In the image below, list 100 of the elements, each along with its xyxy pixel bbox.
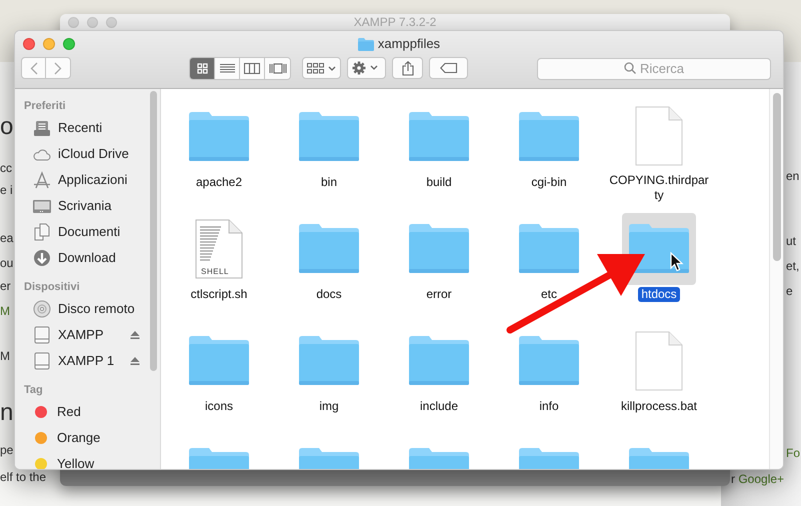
file-name[interactable]: etc [538,287,560,302]
cursor-icon [670,252,684,272]
file-name[interactable]: htdocs [638,287,680,302]
text-fragment: o [0,114,14,140]
file-name[interactable]: bin [318,175,340,190]
back-button[interactable] [21,57,46,79]
eject-icon[interactable] [130,330,140,340]
sidebar-item[interactable]: Yellow [15,451,160,469]
text-fragment: M [0,349,10,363]
file-name[interactable]: error [423,287,455,302]
text-fragment: ea [0,231,14,245]
grid-icon [196,62,208,74]
file-name[interactable]: COPYING.thirdparty [606,173,712,203]
text-fragment: n [0,400,14,426]
eject-icon[interactable] [130,356,140,366]
window-title: xamppfiles [378,35,440,54]
gallery-icon [268,62,286,74]
disc-icon [32,300,52,318]
sidebar-item[interactable]: Disco remoto [15,296,160,322]
folder-icon [408,112,470,162]
text-fragment: pe [0,443,14,457]
folder-icon [298,336,360,386]
file-name[interactable]: info [536,399,562,414]
sidebar-item[interactable]: Documenti [15,219,160,245]
file-name[interactable]: killprocess.bat [618,399,700,414]
documents-icon [32,223,52,241]
folder-icon [298,112,360,162]
gallery-view-button[interactable] [265,58,290,78]
list-view-button[interactable] [215,58,240,78]
text-fragment: ut [786,234,796,248]
sidebar-item[interactable]: XAMPP 1 [15,348,160,374]
search-field[interactable]: Ricerca [537,58,771,80]
icon-view-button[interactable] [190,58,215,78]
folder-icon [358,38,374,50]
section-heading: Dispositivi [23,280,81,295]
column-view-button[interactable] [240,58,265,78]
text-fragment: elf to the [0,470,46,484]
folder-icon [518,224,580,274]
file-name[interactable]: include [416,399,462,414]
chevron-left-icon [30,62,38,74]
chevron-right-icon [54,62,62,74]
applications-icon [32,171,52,189]
sidebar-item[interactable]: iCloud Drive [15,141,160,167]
share-button[interactable] [392,57,423,79]
file-name[interactable]: ctlscript.sh [188,287,250,302]
view-switcher[interactable] [189,56,291,80]
folder-icon [298,224,360,274]
list-icon [220,62,234,74]
text-fragment: en [786,169,800,183]
arrange-icon [306,62,336,74]
sidebar-item[interactable]: Recenti [15,115,160,141]
document-icon [635,331,683,391]
sidebar-item[interactable]: Red [15,399,160,425]
folder-icon [408,336,470,386]
sidebar-item[interactable]: Download [15,245,160,271]
file-type-label: SHELL [201,267,229,276]
text-fragment: r Google+ [731,472,784,486]
folder-icon [518,112,580,162]
section-heading: Preferiti [23,99,67,114]
file-name[interactable]: build [423,175,455,190]
search-icon [624,62,636,74]
scrollbar[interactable] [150,91,157,371]
settings-button[interactable] [347,57,386,79]
scrollbar[interactable] [773,93,781,261]
desktop-icon [32,197,52,215]
tag-button[interactable] [429,57,468,79]
folder-icon [408,224,470,274]
arrange-button[interactable] [302,57,341,79]
folder-icon [518,336,580,386]
zoom-button[interactable] [63,38,75,50]
drive-icon [32,326,52,344]
file-name[interactable]: icons [202,399,236,414]
share-icon [402,60,414,76]
file-name[interactable]: docs [313,287,345,302]
text-fragment: et, [786,259,800,273]
sidebar-item[interactable]: Applicazioni [15,167,160,193]
tag-icon [440,63,458,73]
forward-button[interactable] [46,57,71,79]
text-fragment: M [0,304,10,318]
file-name[interactable]: apache2 [192,175,246,190]
close-button[interactable] [23,38,35,50]
sidebar-item[interactable]: Scrivania [15,193,160,219]
sidebar-item[interactable]: Orange [15,425,160,451]
recents-icon [32,119,52,137]
text-fragment: ou [0,256,14,270]
folder-icon [188,112,250,162]
download-icon [32,249,52,267]
file-name[interactable]: img [316,399,342,414]
columns-icon [244,62,260,74]
window-title: XAMPP 7.3.2-2 [354,15,436,29]
shell-script-icon [195,219,243,279]
text-fragment: cc [0,161,12,175]
text-fragment: e i [0,183,13,197]
text-fragment: e [786,284,793,298]
file-name[interactable]: cgi-bin [528,175,570,190]
section-heading: Tag [23,383,44,398]
document-icon [635,106,683,166]
sidebar-item[interactable]: XAMPP [15,322,160,348]
folder-icon [188,336,250,386]
text-fragment: er [0,279,11,293]
